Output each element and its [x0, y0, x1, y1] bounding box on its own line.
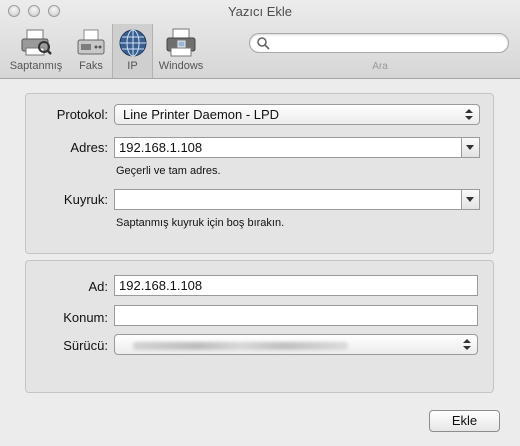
toolbar-item-ip[interactable]: IP: [112, 24, 153, 78]
add-button[interactable]: Ekle: [429, 410, 500, 432]
popup-arrows-icon: [463, 339, 471, 350]
name-field[interactable]: 192.168.1.108: [114, 275, 478, 296]
add-printer-window: Yazıcı Ekle Saptanmış Faks IP Windows Ar…: [0, 0, 520, 446]
location-label: Konum:: [63, 310, 108, 325]
address-hint: Geçerli ve tam adres.: [116, 165, 221, 177]
driver-label: Sürücü:: [63, 338, 108, 353]
queue-dropdown-button[interactable]: [461, 190, 479, 209]
toolbar-label-default: Saptanmış: [9, 60, 63, 72]
toolbar-label-windows: Windows: [158, 60, 204, 72]
location-field[interactable]: [114, 305, 478, 326]
fax-icon: [77, 29, 105, 55]
search-icon: [257, 37, 270, 50]
queue-label: Kuyruk:: [63, 192, 108, 207]
driver-redacted-text: [133, 342, 348, 350]
protocol-value: Line Printer Daemon - LPD: [123, 107, 280, 122]
toolbar-item-fax[interactable]: Faks: [72, 24, 110, 78]
toolbar-item-windows[interactable]: Windows: [155, 24, 207, 78]
address-label: Adres:: [70, 140, 108, 155]
window-title: Yazıcı Ekle: [227, 4, 293, 19]
queue-combo[interactable]: [114, 189, 480, 210]
queue-hint: Saptanmış kuyruk için boş bırakın.: [116, 217, 285, 229]
name-value: 192.168.1.108: [119, 278, 203, 293]
toolbar-label-fax: Faks: [79, 60, 103, 72]
search-label: Ara: [372, 61, 388, 72]
search-field[interactable]: [249, 33, 509, 53]
windows-printer-icon: [166, 28, 196, 57]
titlebar: Yazıcı Ekle Saptanmış Faks IP Windows Ar…: [0, 0, 520, 79]
address-dropdown-button[interactable]: [461, 138, 479, 157]
protocol-popup[interactable]: Line Printer Daemon - LPD: [114, 104, 480, 125]
popup-arrows-icon: [465, 109, 473, 120]
globe-icon: [119, 29, 146, 57]
driver-popup[interactable]: [114, 334, 478, 355]
default-printer-icon: [21, 29, 52, 56]
address-combo[interactable]: 192.168.1.108: [114, 137, 480, 158]
toolbar-label-ip: IP: [127, 60, 138, 72]
protocol-label: Protokol:: [56, 107, 108, 122]
name-label: Ad:: [88, 279, 108, 294]
toolbar-item-default[interactable]: Saptanmış: [4, 24, 68, 78]
address-value: 192.168.1.108: [119, 140, 203, 155]
